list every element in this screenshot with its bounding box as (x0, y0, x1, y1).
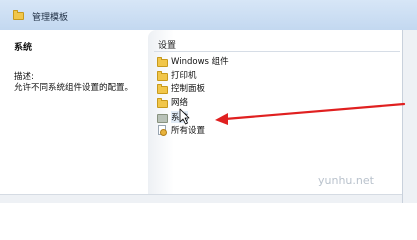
folder-icon (157, 70, 168, 81)
list-item-control-panel[interactable]: 控制面板 (157, 82, 205, 94)
folder-icon (157, 83, 168, 94)
folder-icon (13, 10, 24, 20)
folder-icon (157, 97, 168, 108)
list-item-label: Windows 组件 (171, 57, 229, 67)
selected-node-heading: 系统 (14, 43, 33, 53)
list-item-system[interactable]: 系统 (157, 111, 189, 123)
title-breadcrumb: 管理模板 (13, 9, 68, 23)
status-strip (0, 194, 402, 203)
list-item-label: 打印机 (171, 71, 197, 81)
window-title: 管理模板 (32, 12, 69, 23)
list-item-label: 控制面板 (171, 84, 206, 94)
list-item-network[interactable]: 网络 (157, 96, 188, 108)
description-text: 允许不同系统组件设置的配置。 (14, 83, 134, 93)
vertical-scrollbar[interactable] (402, 30, 417, 203)
content-area: 系统 描述: 允许不同系统组件设置的配置。 设置 Windows 组件 打印机 … (0, 30, 402, 194)
all-settings-icon (157, 124, 168, 136)
title-bar: 管理模板 (0, 0, 417, 30)
watermark: yunhu.net (318, 174, 374, 187)
list-item-printers[interactable]: 打印机 (157, 69, 197, 81)
list-item-label: 网络 (171, 98, 189, 108)
list-item-label: 系统 (171, 111, 189, 123)
settings-list-pane: 设置 Windows 组件 打印机 控制面板 网络 系统 所有设置 (148, 30, 402, 194)
list-item-windows-components[interactable]: Windows 组件 (157, 55, 229, 67)
list-item-label: 所有设置 (171, 126, 206, 136)
list-item-all-settings[interactable]: 所有设置 (157, 124, 205, 136)
header-divider (154, 51, 400, 52)
folder-icon (157, 56, 168, 67)
settings-column-header[interactable]: 设置 (158, 38, 176, 51)
system-folder-icon (157, 113, 168, 123)
